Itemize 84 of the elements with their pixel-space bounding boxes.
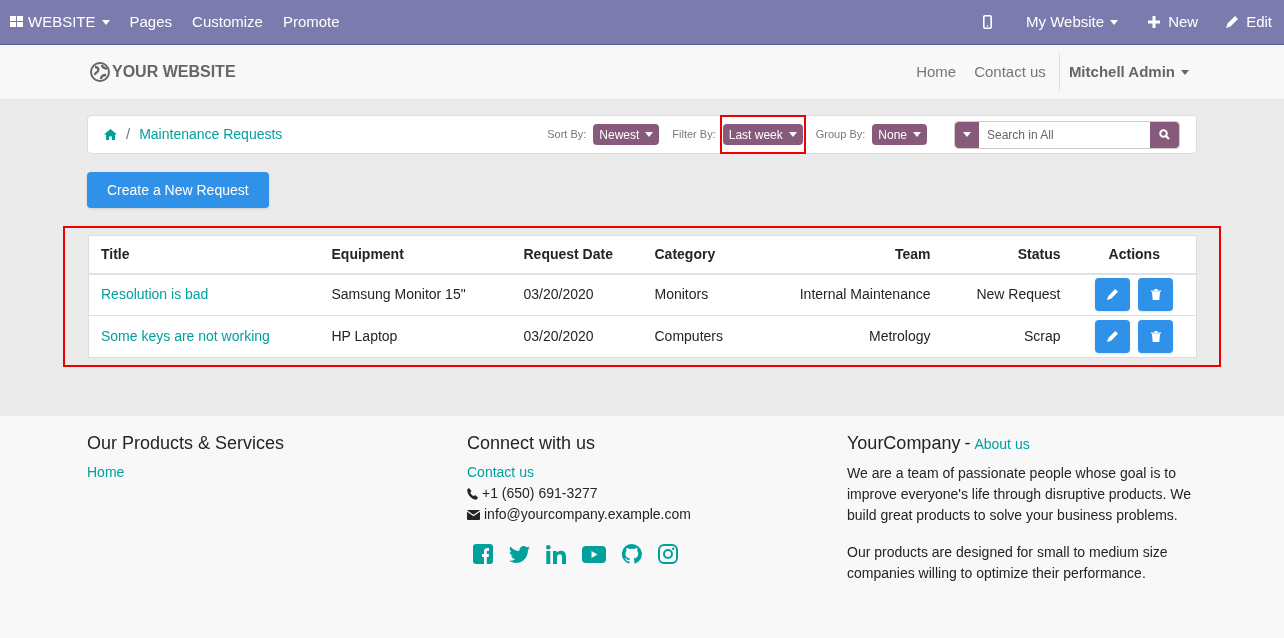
- table-cell: Scrap: [942, 315, 1073, 358]
- youtube-icon[interactable]: [582, 545, 606, 563]
- edit-row-button[interactable]: [1095, 278, 1131, 312]
- twitter-icon[interactable]: [509, 545, 530, 563]
- footer-link[interactable]: Contact us: [467, 462, 534, 483]
- column-header: Category: [642, 235, 761, 274]
- footer-link[interactable]: About us: [974, 434, 1030, 455]
- column-header: Status: [942, 235, 1073, 274]
- trash-icon: [1150, 331, 1161, 342]
- pencil-icon: [1107, 289, 1119, 301]
- table-cell: New Request: [942, 273, 1073, 316]
- create-request-button[interactable]: Create a New Request: [87, 172, 269, 208]
- delete-row-button[interactable]: [1138, 278, 1174, 312]
- footer-paragraph: Our products are designed for small to medium size companies willing to optimize their performance.: [847, 543, 1169, 583]
- table-cell: Monitors: [642, 273, 761, 316]
- edit-row-button[interactable]: [1095, 320, 1131, 353]
- footer-link[interactable]: Home: [87, 462, 125, 483]
- github-icon[interactable]: [622, 544, 642, 564]
- column-header: Title: [88, 235, 320, 274]
- home-icon: [104, 129, 117, 140]
- table-cell: 03/20/2020: [511, 273, 643, 316]
- header-link[interactable]: Home: [907, 60, 966, 84]
- phone-icon: [467, 487, 478, 500]
- breadcrumb-separator: /: [126, 124, 131, 145]
- grid-icon: [10, 16, 24, 28]
- phone-number: +1 (650) 691-3277: [482, 484, 598, 503]
- globe-icon: [90, 62, 110, 82]
- site-logo[interactable]: YOUR WEBSITE: [90, 60, 236, 84]
- edit-button[interactable]: Edit: [1212, 10, 1272, 34]
- heading-separator: -: [964, 433, 971, 454]
- filter-dropdown[interactable]: None: [872, 124, 927, 145]
- search-input[interactable]: Search in All: [979, 125, 1150, 144]
- nav-link[interactable]: Pages: [119, 10, 183, 34]
- trash-icon: [1150, 289, 1161, 301]
- filter-dropdown[interactable]: Newest: [593, 124, 660, 145]
- filter-label: Filter By:: [672, 127, 716, 143]
- filter-label: Group By:: [815, 127, 866, 143]
- caret-icon: [788, 132, 797, 137]
- column-header: Team: [760, 235, 943, 274]
- table-cell: Internal Maintenance: [760, 273, 943, 316]
- caret-icon: [913, 132, 921, 137]
- search-scope-dropdown[interactable]: [955, 121, 979, 148]
- table-cell: Computers: [642, 315, 761, 358]
- column-header: Request Date: [511, 235, 643, 274]
- envelope-icon: [467, 509, 480, 520]
- delete-row-button[interactable]: [1138, 320, 1174, 353]
- new-button[interactable]: New: [1134, 10, 1213, 34]
- linkedin-icon[interactable]: [546, 544, 566, 564]
- mobile-phone-icon: [983, 15, 993, 29]
- plus-icon: [1148, 16, 1161, 28]
- pencil-icon: [1226, 16, 1239, 28]
- search-button[interactable]: [1150, 121, 1179, 148]
- instagram-icon[interactable]: [658, 544, 678, 564]
- table-cell: HP Laptop: [319, 315, 512, 358]
- caret-icon: [1181, 69, 1189, 75]
- table-cell: Metrology: [760, 315, 943, 358]
- column-header: Actions: [1072, 235, 1197, 274]
- table-cell: Samsung Monitor 15": [319, 273, 512, 316]
- request-title-link[interactable]: Some keys are not working: [88, 315, 320, 358]
- footer-heading: YourCompany: [847, 433, 961, 454]
- table-cell: 03/20/2020: [511, 315, 643, 358]
- nav-link[interactable]: Promote: [272, 10, 350, 34]
- caret-icon: [1110, 19, 1119, 25]
- search-field[interactable]: Search in All: [954, 120, 1180, 149]
- footer-heading: Connect with us: [467, 433, 596, 454]
- filter-label: Sort By:: [547, 127, 587, 143]
- pencil-icon: [1107, 331, 1119, 342]
- caret-icon: [645, 132, 654, 137]
- footer-heading: Our Products & Services: [87, 433, 286, 454]
- website-switcher[interactable]: My Website: [1010, 10, 1135, 34]
- column-header: Equipment: [319, 235, 512, 274]
- caret-icon: [963, 132, 971, 137]
- caret-icon: [101, 19, 110, 25]
- header-link[interactable]: Contact us: [965, 60, 1055, 84]
- facebook-icon[interactable]: [473, 544, 493, 564]
- apps-menu[interactable]: WEBSITE: [0, 10, 120, 34]
- breadcrumb-link[interactable]: Maintenance Requests: [139, 124, 283, 145]
- filter-dropdown[interactable]: Last week: [722, 124, 803, 145]
- search-icon: [1159, 129, 1170, 140]
- request-title-link[interactable]: Resolution is bad: [88, 273, 320, 316]
- user-menu[interactable]: Mitchell Admin: [1058, 53, 1189, 91]
- email-address: info@yourcompany.example.com: [484, 505, 691, 524]
- footer-paragraph: We are a team of passionate people whose goal is to improve everyone's life through disruptive products. We build great products to solve your business problems.: [847, 464, 1193, 525]
- nav-link[interactable]: Customize: [182, 10, 273, 34]
